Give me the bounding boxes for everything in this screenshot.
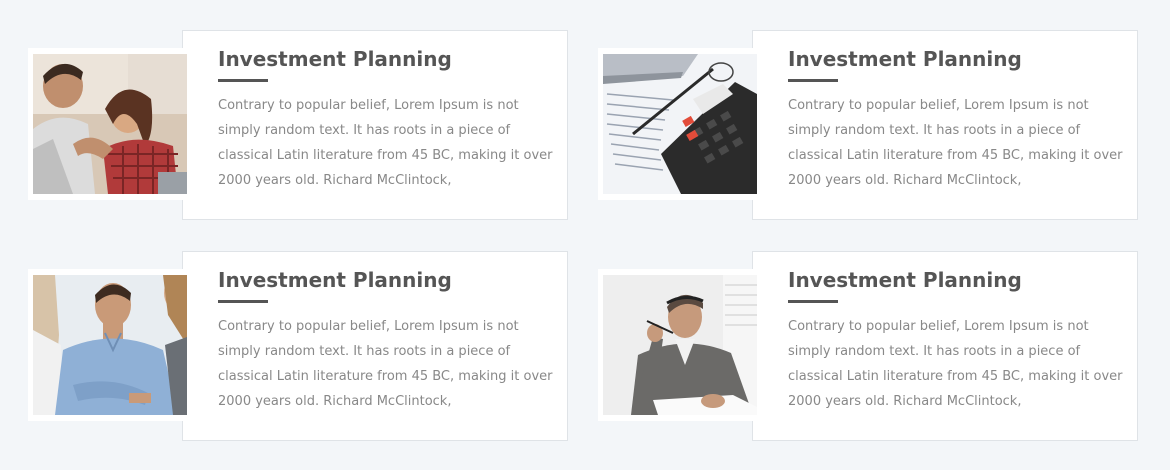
service-title: Investment Planning [788, 268, 1022, 292]
service-item: Investment Planning Contrary to popular … [28, 30, 568, 222]
service-item: Investment Planning Contrary to popular … [28, 251, 568, 443]
title-underline [218, 79, 268, 82]
service-description: Contrary to popular belief, Lorem Ipsum … [218, 98, 553, 188]
service-description: Contrary to popular belief, Lorem Ipsum … [218, 319, 553, 409]
service-thumbnail [28, 269, 192, 421]
service-title: Investment Planning [788, 47, 1022, 71]
title-underline [788, 79, 838, 82]
business-meeting-photo [33, 275, 187, 415]
title-underline [788, 300, 838, 303]
service-title: Investment Planning [218, 47, 452, 71]
service-title: Investment Planning [218, 268, 452, 292]
service-description: Contrary to popular belief, Lorem Ipsum … [788, 98, 1123, 188]
title-underline [218, 300, 268, 303]
service-card: Investment Planning Contrary to popular … [752, 30, 1138, 220]
service-card: Investment Planning Contrary to popular … [752, 251, 1138, 441]
service-description: Contrary to popular belief, Lorem Ipsum … [788, 319, 1123, 409]
service-item: Investment Planning Contrary to popular … [598, 251, 1138, 443]
service-thumbnail [598, 48, 762, 200]
service-thumbnail [28, 48, 192, 200]
service-item: Investment Planning Contrary to popular … [598, 30, 1138, 222]
service-card: Investment Planning Contrary to popular … [182, 251, 568, 441]
service-thumbnail [598, 269, 762, 421]
thinking-man-photo [603, 275, 757, 415]
service-card: Investment Planning Contrary to popular … [182, 30, 568, 220]
couple-on-couch-photo [33, 54, 187, 194]
calculator-and-pen-photo [603, 54, 757, 194]
